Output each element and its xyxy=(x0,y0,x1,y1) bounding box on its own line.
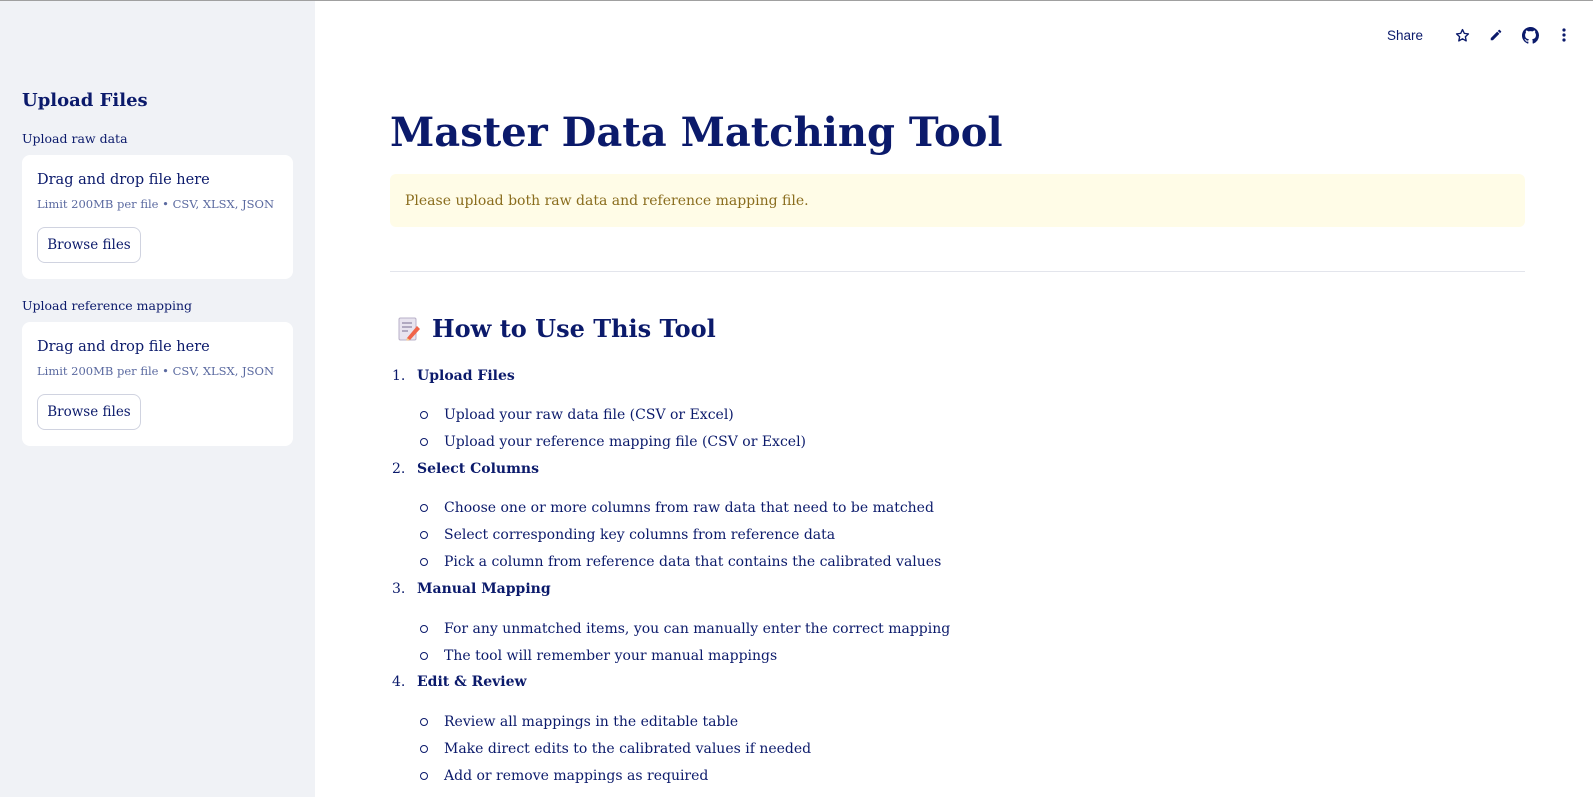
list-item: Make direct edits to the calibrated valu… xyxy=(444,741,812,757)
howto-heading: How to Use This Tool xyxy=(396,314,716,343)
reference-mapping-dropzone[interactable]: Drag and drop file here Limit 200MB per … xyxy=(22,322,293,446)
list-bullet xyxy=(420,438,428,446)
alert-text: Please upload both raw data and referenc… xyxy=(405,192,809,209)
list-item: Upload your reference mapping file (CSV … xyxy=(444,434,807,450)
list-bullet xyxy=(420,745,428,753)
list-item: Select corresponding key columns from re… xyxy=(444,527,836,543)
list-item: Pick a column from reference data that c… xyxy=(444,554,942,570)
raw-data-uploader-label: Upload raw data xyxy=(22,131,128,146)
list-item: The tool will remember your manual mappi… xyxy=(444,648,778,664)
step-title: Edit & Review xyxy=(417,674,527,690)
step-number: 3. xyxy=(392,581,406,597)
list-bullet xyxy=(420,531,428,539)
dropzone-limit: Limit 200MB per file • CSV, XLSX, JSON xyxy=(37,364,275,378)
list-bullet xyxy=(420,718,428,726)
star-icon[interactable] xyxy=(1453,26,1471,44)
step-number: 2. xyxy=(392,461,406,477)
step-title: Upload Files xyxy=(417,368,515,384)
share-button[interactable]: Share xyxy=(1387,28,1423,43)
list-bullet xyxy=(420,411,428,419)
page-title: Master Data Matching Tool xyxy=(390,109,1003,156)
raw-data-dropzone[interactable]: Drag and drop file here Limit 200MB per … xyxy=(22,155,293,279)
list-item: Add or remove mappings as required xyxy=(444,768,709,784)
toolbar: Share xyxy=(1387,23,1573,47)
pencil-icon[interactable] xyxy=(1487,26,1505,44)
step-number: 4. xyxy=(392,674,406,690)
reference-mapping-uploader-label: Upload reference mapping xyxy=(22,298,193,313)
step-title: Select Columns xyxy=(417,461,539,477)
list-item: Upload your raw data file (CSV or Excel) xyxy=(444,407,734,423)
browse-reference-mapping-button[interactable]: Browse files xyxy=(37,394,141,430)
step-number: 1. xyxy=(392,368,406,384)
dropzone-limit: Limit 200MB per file • CSV, XLSX, JSON xyxy=(37,197,275,211)
sidebar-heading: Upload Files xyxy=(22,90,148,111)
list-bullet xyxy=(420,625,428,633)
dropzone-title: Drag and drop file here xyxy=(37,339,210,355)
list-item: Review all mappings in the editable tabl… xyxy=(444,714,739,730)
list-item: For any unmatched items, you can manuall… xyxy=(444,621,951,637)
step-title: Manual Mapping xyxy=(417,581,551,597)
list-bullet xyxy=(420,558,428,566)
more-vertical-icon[interactable] xyxy=(1555,26,1573,44)
sidebar: Upload Files Upload raw data Drag and dr… xyxy=(0,1,315,797)
browse-raw-data-button[interactable]: Browse files xyxy=(37,227,141,263)
divider xyxy=(390,271,1525,272)
list-bullet xyxy=(420,772,428,780)
list-bullet xyxy=(420,652,428,660)
dropzone-title: Drag and drop file here xyxy=(37,172,210,188)
list-bullet xyxy=(420,504,428,512)
list-item: Choose one or more columns from raw data… xyxy=(444,500,934,516)
warning-alert: Please upload both raw data and referenc… xyxy=(390,174,1525,227)
howto-title: How to Use This Tool xyxy=(432,314,716,343)
github-icon[interactable] xyxy=(1521,26,1539,44)
memo-icon xyxy=(398,317,420,340)
